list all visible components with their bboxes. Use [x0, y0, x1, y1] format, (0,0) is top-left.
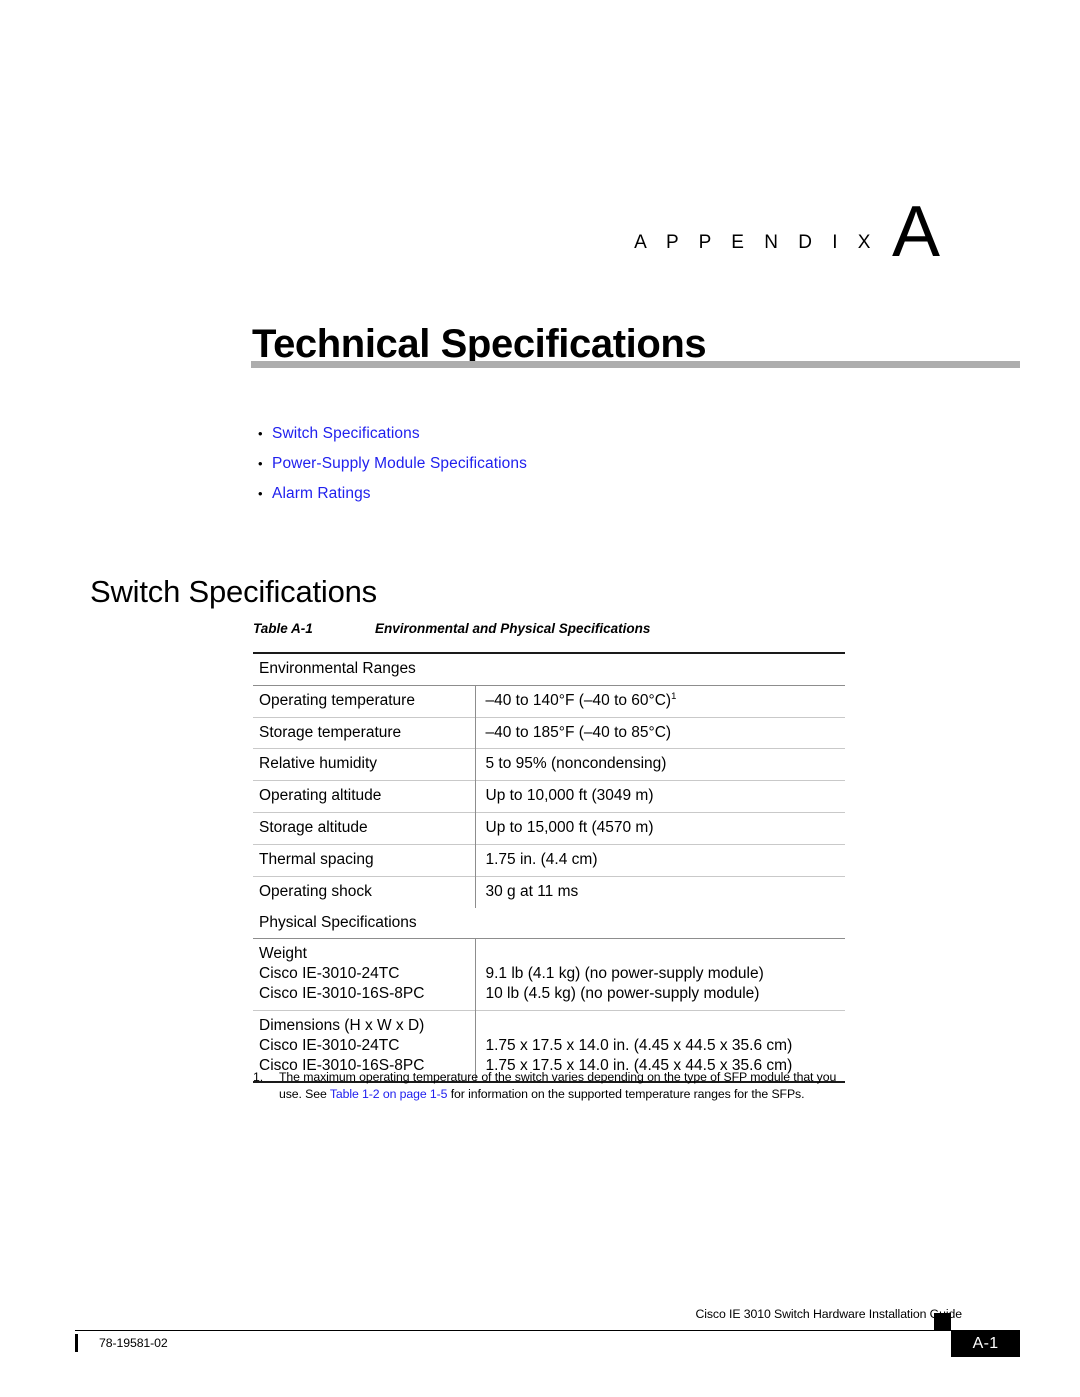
row-label: Operating temperature	[253, 684, 476, 718]
list-item[interactable]: • Alarm Ratings	[258, 485, 958, 503]
row-value: –40 to 140°F (–40 to 60°C)1	[475, 684, 845, 718]
footer-square-marker	[934, 1313, 951, 1330]
table-section-header-row: Physical Specifications	[253, 908, 845, 939]
list-item[interactable]: • Switch Specifications	[258, 425, 958, 443]
row-label: Operating altitude	[253, 780, 476, 813]
table-section-heading: Environmental Ranges	[253, 651, 845, 686]
row-value: 30 g at 11 ms	[475, 875, 845, 908]
row-label-line: Cisco IE-3010-24TC	[259, 965, 400, 983]
row-label: Thermal spacing	[253, 843, 476, 877]
bullet-icon: •	[258, 456, 263, 471]
row-value: –40 to 185°F (–40 to 85°C)	[475, 716, 845, 749]
page-number: A-1	[951, 1330, 1020, 1357]
row-value-line	[486, 1016, 840, 1036]
link-alarm-ratings[interactable]: Alarm Ratings	[272, 485, 371, 503]
footnote-number: 1.	[253, 1070, 264, 1084]
row-label: Storage altitude	[253, 812, 476, 845]
footer-guide-title: Cisco IE 3010 Switch Hardware Installati…	[695, 1307, 962, 1321]
row-label-line: Weight	[259, 945, 307, 963]
row-value-line: 10 lb (4.5 kg) (no power-supply module)	[485, 985, 760, 1003]
footer-divider	[75, 1330, 963, 1331]
link-table-1-2[interactable]: Table 1-2 on page 1-5	[330, 1087, 448, 1101]
row-label: Weight Cisco IE-3010-24TC Cisco IE-3010-…	[253, 938, 476, 1011]
list-item[interactable]: • Power-Supply Module Specifications	[258, 455, 958, 473]
row-value: 9.1 lb (4.1 kg) (no power-supply module)…	[475, 938, 845, 1011]
row-value: 1.75 in. (4.4 cm)	[475, 843, 845, 877]
table-row: Weight Cisco IE-3010-24TC Cisco IE-3010-…	[253, 938, 845, 1011]
row-label-line: Cisco IE-3010-24TC	[259, 1036, 400, 1054]
row-label-line: Dimensions (H x W x D)	[259, 1016, 425, 1034]
row-label: Operating shock	[253, 875, 476, 908]
table-section-header-row: Environmental Ranges	[253, 651, 845, 686]
table-caption: Table A-1 Environmental and Physical Spec…	[253, 621, 650, 636]
link-power-supply-module-specifications[interactable]: Power-Supply Module Specifications	[272, 455, 527, 473]
specifications-table: Environmental Ranges Operating temperatu…	[253, 651, 845, 1084]
link-switch-specifications[interactable]: Switch Specifications	[272, 425, 420, 443]
appendix-header: A P P E N D I XA	[0, 196, 940, 268]
table-row: Storage temperature –40 to 185°F (–40 to…	[253, 716, 845, 749]
row-value-line: 1.75 x 17.5 x 14.0 in. (4.45 x 44.5 x 35…	[485, 1036, 793, 1054]
table-caption-title: Environmental and Physical Specification…	[375, 621, 651, 636]
row-value: Up to 15,000 ft (4570 m)	[475, 812, 845, 845]
table-caption-label: Table A-1	[253, 621, 313, 636]
table-row: Operating shock 30 g at 11 ms	[253, 875, 845, 908]
table-footnote: 1. The maximum operating temperature of …	[253, 1069, 847, 1104]
doc-id-tick-icon	[75, 1334, 78, 1352]
table-row: Relative humidity 5 to 95% (noncondensin…	[253, 748, 845, 781]
bullet-icon: •	[258, 426, 263, 441]
appendix-word: A P P E N D I X	[634, 232, 878, 253]
table-row: Operating temperature –40 to 140°F (–40 …	[253, 684, 845, 718]
title-divider	[251, 361, 1020, 368]
table-section-heading: Physical Specifications	[259, 913, 417, 931]
footnote-body: The maximum operating temperature of the…	[279, 1069, 847, 1104]
section-heading-switch-specifications: Switch Specifications	[90, 573, 377, 609]
section-link-list: • Switch Specifications • Power-Supply M…	[258, 425, 958, 515]
row-value-line: 9.1 lb (4.1 kg) (no power-supply module)	[485, 965, 764, 983]
row-label: Storage temperature	[253, 716, 476, 749]
document-id: 78-19581-02	[99, 1336, 168, 1350]
table-row: Operating altitude Up to 10,000 ft (3049…	[253, 780, 845, 813]
row-label-line: Cisco IE-3010-16S-8PC	[259, 985, 425, 1003]
row-label: Relative humidity	[253, 748, 476, 781]
appendix-letter: A	[891, 192, 940, 272]
footnote-text-after: for information on the supported tempera…	[447, 1087, 805, 1102]
row-value-line	[486, 944, 840, 964]
table-row: Storage altitude Up to 15,000 ft (4570 m…	[253, 812, 845, 845]
bullet-icon: •	[258, 486, 263, 501]
row-value: 5 to 95% (noncondensing)	[475, 748, 845, 781]
row-value-text: –40 to 140°F (–40 to 60°C)	[485, 691, 672, 709]
footnote-marker: 1	[671, 690, 677, 702]
table-row: Thermal spacing 1.75 in. (4.4 cm)	[253, 843, 845, 877]
row-value: Up to 10,000 ft (3049 m)	[475, 780, 845, 813]
